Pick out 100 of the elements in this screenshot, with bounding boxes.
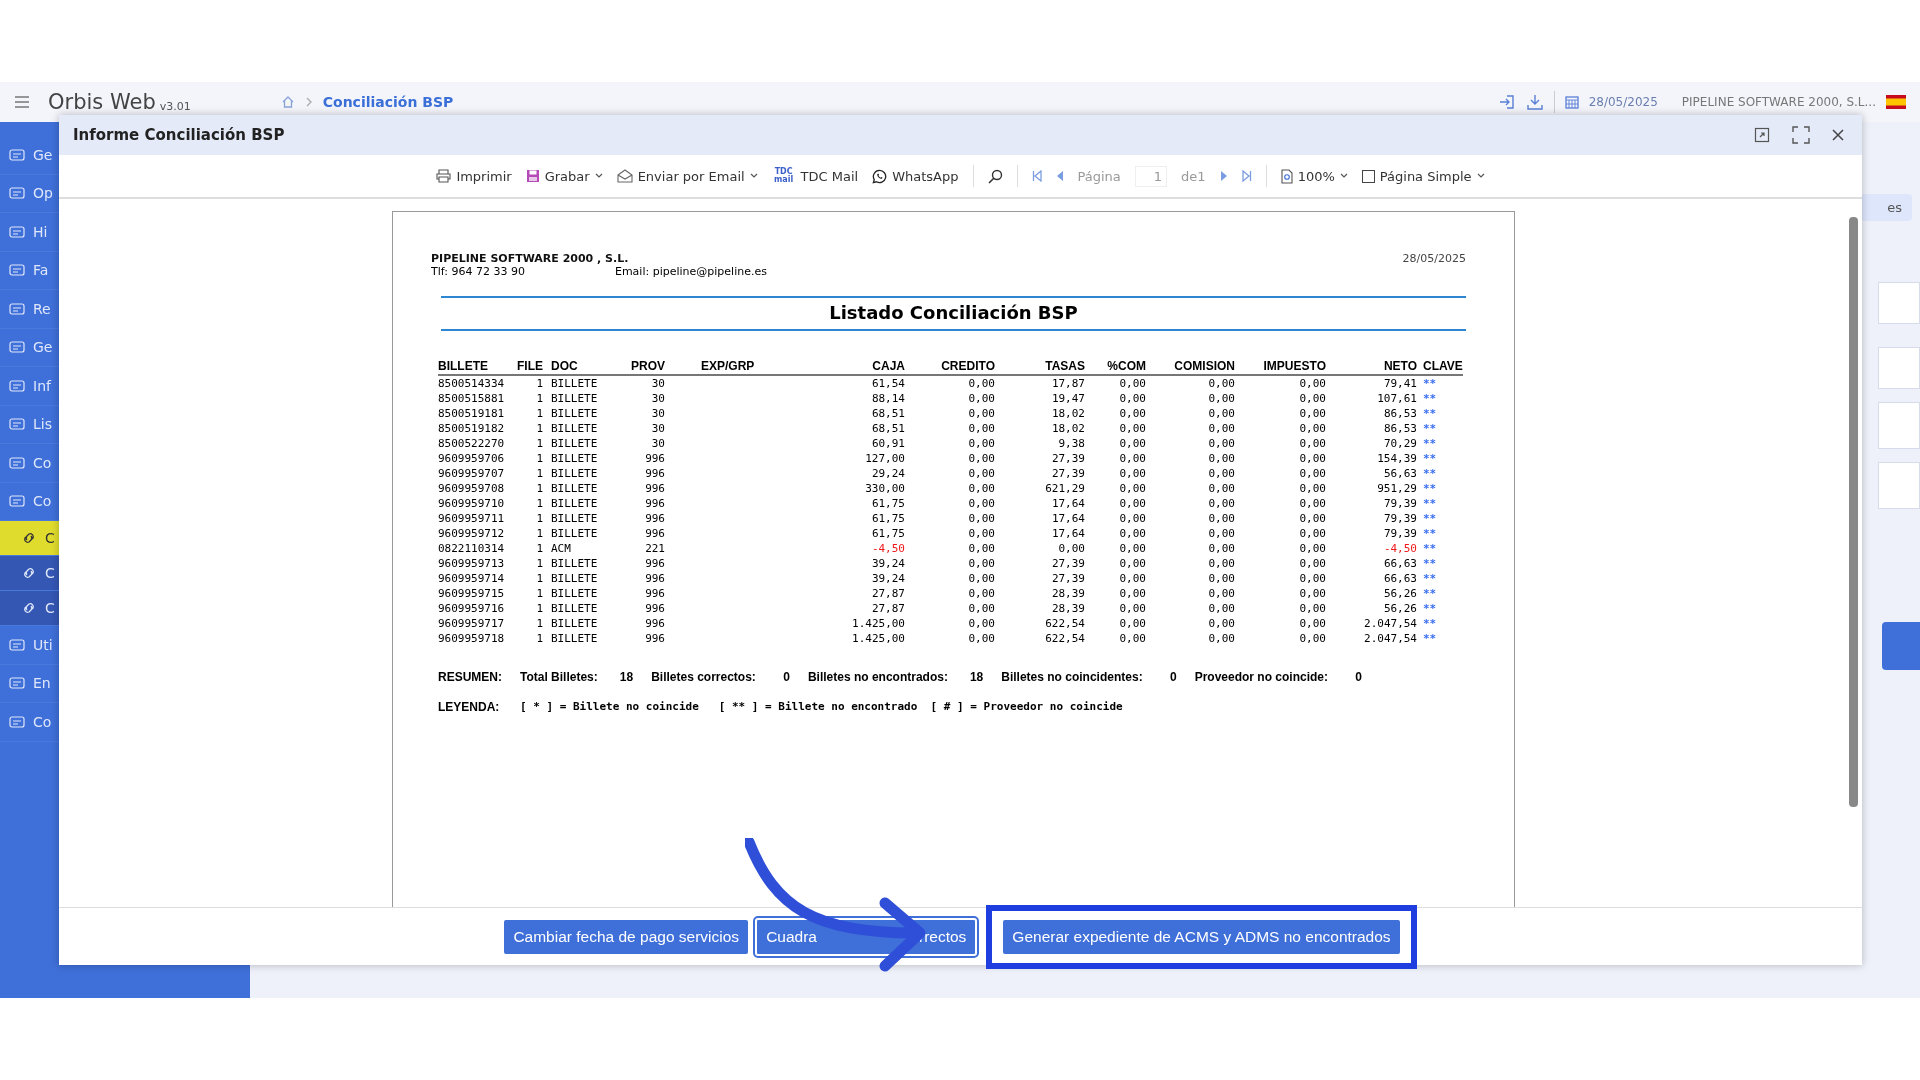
table-cell: 0,00 [1235, 436, 1326, 451]
table-cell-text: 8500519182 [438, 421, 506, 436]
table-cell: 0,00 [1235, 451, 1326, 466]
input-field[interactable] [1878, 402, 1920, 449]
table-cell-text: 9609959712 [438, 526, 506, 541]
summary-label: RESUMEN: [438, 670, 503, 684]
legend-text: [ * ] = Billete no coincide [ ** ] = Billete no encontrado [ # ] = Proveedor no coincide [520, 700, 1123, 714]
summary-label: Total Billetes: [520, 670, 598, 684]
table-cell: 0,00 [1146, 556, 1235, 571]
table-cell-text: 30 [650, 421, 665, 436]
first-page-icon[interactable] [1031, 170, 1042, 182]
table-cell: ** [1417, 391, 1463, 406]
select-field[interactable] [1878, 282, 1920, 324]
table-cell: 0,00 [905, 556, 995, 571]
menu-item-icon [8, 675, 26, 692]
table-cell: 621,29 [995, 481, 1085, 496]
table-cell: 70,29 [1326, 436, 1417, 451]
table-cell-text: 1 [535, 631, 543, 646]
print-button[interactable]: Imprimir [436, 168, 512, 184]
legend-label: LEYENDA: [438, 700, 501, 714]
login-icon[interactable] [1497, 93, 1516, 111]
table-cell: 1 [513, 375, 543, 391]
table-cell: 86,53 [1326, 421, 1417, 436]
table-cell: 0,00 [1146, 526, 1235, 541]
table-cell: BILLETE [543, 451, 625, 466]
search-icon[interactable] [987, 168, 1003, 184]
table-cell: 0,00 [1235, 496, 1326, 511]
last-page-icon[interactable] [1241, 170, 1252, 182]
action-button[interactable]: Generar expediente de ACMS y ADMS no encontrados [1003, 919, 1400, 954]
table-cell: ** [1417, 631, 1463, 646]
sidebar-label: Ge [33, 146, 53, 163]
table-cell-text: 0822110314 [438, 541, 506, 556]
table-cell: 27,39 [995, 571, 1085, 586]
calendar-icon [1564, 95, 1579, 109]
table-cell: 0,00 [905, 375, 995, 391]
table-cell: 18,02 [995, 406, 1085, 421]
fullscreen-icon[interactable] [1792, 126, 1810, 144]
popout-icon[interactable] [1754, 127, 1770, 143]
breadcrumb-link[interactable]: Conciliación BSP [322, 94, 454, 110]
flag-icon[interactable] [1886, 95, 1906, 109]
menu-item-icon [8, 223, 26, 240]
save-button[interactable]: Grabar [525, 168, 603, 184]
dropdown-button[interactable]: es [1861, 194, 1912, 221]
table-cell-text: 1 [535, 391, 543, 406]
table-cell: 0,00 [1146, 466, 1235, 481]
table-cell: 0,00 [905, 436, 995, 451]
document-zoom-icon [1280, 168, 1293, 184]
table-cell-text: 996 [644, 556, 665, 571]
table-cell: 0,00 [1235, 391, 1326, 406]
table-cell-text: 996 [644, 586, 665, 601]
table-cell: 56,63 [1326, 466, 1417, 481]
sidebar-label: Re [33, 300, 51, 317]
table-cell: BILLETE [543, 375, 625, 391]
sidebar-label: Lis [33, 416, 52, 433]
caret-icon [749, 173, 758, 179]
previous-page-icon[interactable] [1055, 170, 1064, 182]
home-icon[interactable] [280, 95, 295, 109]
table-cell-text: 1 [535, 556, 543, 571]
table-cell-text: ** [1422, 406, 1438, 421]
view-mode-dropdown[interactable]: Página Simple [1361, 168, 1485, 184]
action-button[interactable]: Cambiar fecha de pago servicios [504, 919, 749, 954]
menu-item-icon [8, 493, 26, 510]
table-cell-text: 61,75 [870, 496, 905, 511]
sidebar-label: Uti [33, 636, 53, 653]
next-page-icon[interactable] [1219, 170, 1228, 182]
table-cell: 66,63 [1326, 556, 1417, 571]
table-cell-text: 27,87 [870, 601, 905, 616]
email-button[interactable]: Enviar por Email [616, 168, 758, 184]
column-header: NETO [1326, 359, 1417, 375]
column-header: CLAVE [1417, 359, 1463, 375]
table-cell-text: 9609959710 [438, 496, 506, 511]
table-cell: 0,00 [1235, 541, 1326, 556]
whatsapp-button[interactable]: WhatsApp [872, 168, 959, 184]
table-cell: 0,00 [1085, 451, 1146, 466]
table-cell-text: 330,00 [864, 481, 905, 496]
table-cell: BILLETE [543, 631, 625, 646]
table-cell: 0,00 [1146, 511, 1235, 526]
download-icon[interactable] [1525, 93, 1544, 111]
menu-icon[interactable] [14, 95, 30, 109]
table-cell-text: 996 [644, 616, 665, 631]
table-cell-text: 27,87 [870, 586, 905, 601]
sidebar-label: C [45, 600, 55, 616]
table-cell: BILLETE [543, 496, 625, 511]
table-cell: 0,00 [1235, 526, 1326, 541]
zoom-dropdown[interactable]: 100% [1280, 168, 1348, 184]
table-cell: 0,00 [905, 631, 995, 646]
input-field[interactable] [1878, 347, 1920, 389]
table-cell-text: 0,00 [967, 496, 995, 511]
input-field[interactable] [1878, 462, 1920, 509]
table-cell: 0,00 [1085, 616, 1146, 631]
table-cell: 0,00 [1146, 436, 1235, 451]
table-cell-text: 61,75 [870, 511, 905, 526]
table-cell: 0,00 [1235, 586, 1326, 601]
table-cell: 0,00 [1085, 496, 1146, 511]
column-header: FILE [513, 359, 543, 375]
summary-label: Proveedor no coincide: [1194, 670, 1328, 684]
close-icon[interactable] [1832, 129, 1844, 141]
table-cell: 17,87 [995, 375, 1085, 391]
table-cell: 79,41 [1326, 375, 1417, 391]
table-cell-text: 9609959714 [438, 571, 506, 586]
